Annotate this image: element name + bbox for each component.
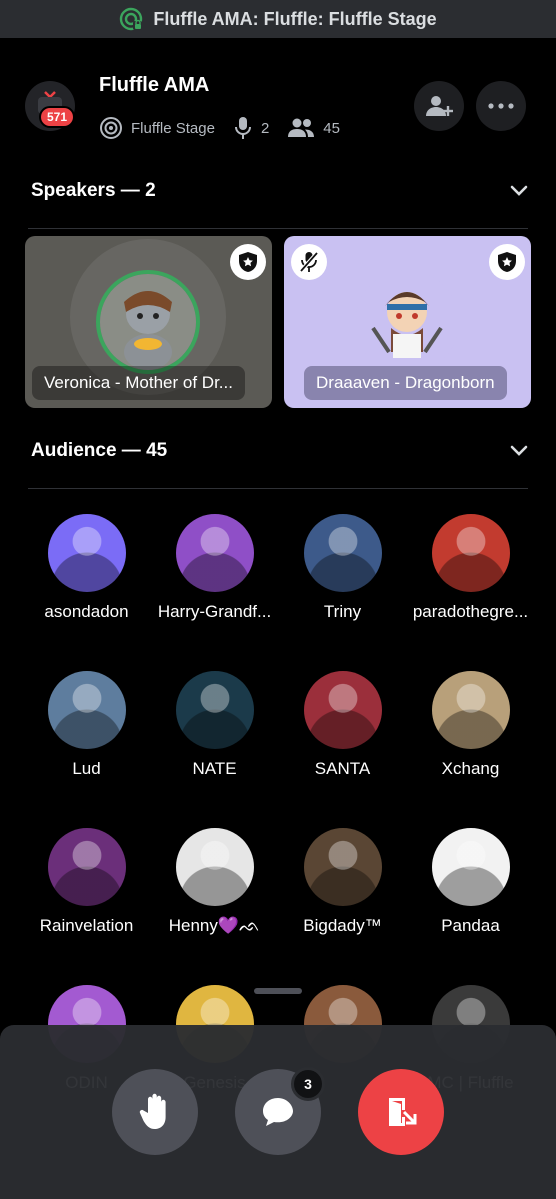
audience-member[interactable]: Triny xyxy=(273,514,412,622)
sheet-drag-handle[interactable] xyxy=(254,988,302,994)
audience-member-name: Pandaa xyxy=(441,916,500,935)
audience-member-name: Harry-Grandf... xyxy=(157,602,272,621)
stage-meta: Fluffle Stage 2 45 xyxy=(99,116,340,140)
audience-member[interactable]: Bigdady™ xyxy=(273,828,412,936)
avatar xyxy=(431,828,510,906)
status-bar-title: Fluffle AMA: Fluffle: Fluffle Stage xyxy=(153,8,437,29)
shield-star-icon xyxy=(498,252,516,272)
mic-muted-icon xyxy=(299,251,319,273)
speaker-avatar xyxy=(96,270,200,374)
audience-member-name: Bigdady™ xyxy=(303,916,382,935)
moderator-badge xyxy=(230,244,266,280)
speaker-count: 2 xyxy=(260,119,270,137)
audience-member-name: paradothegre... xyxy=(412,602,529,621)
more-options-button[interactable] xyxy=(476,81,526,131)
audience-member[interactable]: paradothegre... xyxy=(401,514,540,622)
avatar xyxy=(431,514,510,592)
chat-unread-badge: 3 xyxy=(291,1067,325,1101)
avatar xyxy=(47,671,126,749)
avatar xyxy=(47,828,126,906)
speaker-name: Veronica - Mother of Dr... xyxy=(32,366,245,400)
audience-member-name: NATE xyxy=(192,759,237,778)
people-icon xyxy=(288,118,315,137)
audience-member[interactable]: Henny💜ᨒ xyxy=(145,828,284,936)
audience-member[interactable]: asondadon xyxy=(17,514,156,622)
audience-member[interactable]: Xchang xyxy=(401,671,540,779)
moderator-badge xyxy=(489,244,525,280)
muted-badge xyxy=(291,244,327,280)
audience-member[interactable]: SANTA xyxy=(273,671,412,779)
avatar xyxy=(47,514,126,592)
stage-title: Fluffle AMA xyxy=(99,74,210,96)
audience-member-name: Lud xyxy=(72,759,101,778)
speakers-heading: Speakers — 2 xyxy=(31,180,156,201)
more-dots-icon xyxy=(488,103,514,109)
audience-member-name: Triny xyxy=(323,602,362,621)
avatar xyxy=(303,828,382,906)
stage-header: Fluffle AMA Fluffle Stage 2 45 xyxy=(0,60,556,160)
speaker-card[interactable]: Veronica - Mother of Dr... xyxy=(25,236,272,408)
chevron-down-icon xyxy=(510,445,528,456)
add-user-icon xyxy=(426,96,453,116)
avatar xyxy=(175,671,254,749)
chat-bubble-icon xyxy=(263,1098,293,1126)
microphone-icon xyxy=(234,117,251,139)
raise-hand-icon xyxy=(139,1093,166,1129)
chevron-down-icon xyxy=(510,185,528,196)
audience-member[interactable]: Lud xyxy=(17,671,156,779)
audience-member[interactable]: Pandaa xyxy=(401,828,540,936)
speaker-card[interactable]: Draaaven - Dragonborn xyxy=(284,236,531,408)
speakers-section-header[interactable]: Speakers — 2 xyxy=(31,180,528,202)
invite-people-button[interactable] xyxy=(414,81,464,131)
leave-stage-button[interactable] xyxy=(358,1069,444,1155)
stage-icon xyxy=(100,117,122,139)
section-divider xyxy=(28,488,528,489)
section-divider xyxy=(28,228,528,229)
audience-member-name: SANTA xyxy=(314,759,371,778)
audience-member[interactable]: Harry-Grandf... xyxy=(145,514,284,622)
audience-member-name: Rainvelation xyxy=(39,916,134,935)
speaker-avatar xyxy=(355,270,459,374)
listener-count: 45 xyxy=(323,119,340,137)
speaker-name: Draaaven - Dragonborn xyxy=(304,366,507,400)
avatar xyxy=(175,828,254,906)
audience-member[interactable]: NATE xyxy=(145,671,284,779)
audience-member[interactable]: Rainvelation xyxy=(17,828,156,936)
audience-member-name: asondadon xyxy=(44,602,129,621)
avatar xyxy=(303,671,382,749)
avatar xyxy=(431,671,510,749)
audience-heading: Audience — 45 xyxy=(31,440,168,461)
avatar xyxy=(303,514,382,592)
stage-broadcast-icon xyxy=(120,7,143,31)
raise-hand-button[interactable] xyxy=(112,1069,198,1155)
audience-member-name: Xchang xyxy=(441,759,500,778)
leave-door-icon xyxy=(389,1098,417,1126)
audience-member-name: Henny💜ᨒ xyxy=(168,916,261,935)
shield-star-icon xyxy=(239,252,257,272)
avatar xyxy=(175,514,254,592)
audience-section-header[interactable]: Audience — 45 xyxy=(31,440,528,462)
stage-status-bar[interactable]: Fluffle AMA: Fluffle: Fluffle Stage xyxy=(0,0,556,38)
notification-badge: 571 xyxy=(39,106,75,128)
stage-name: Fluffle Stage xyxy=(131,119,215,137)
